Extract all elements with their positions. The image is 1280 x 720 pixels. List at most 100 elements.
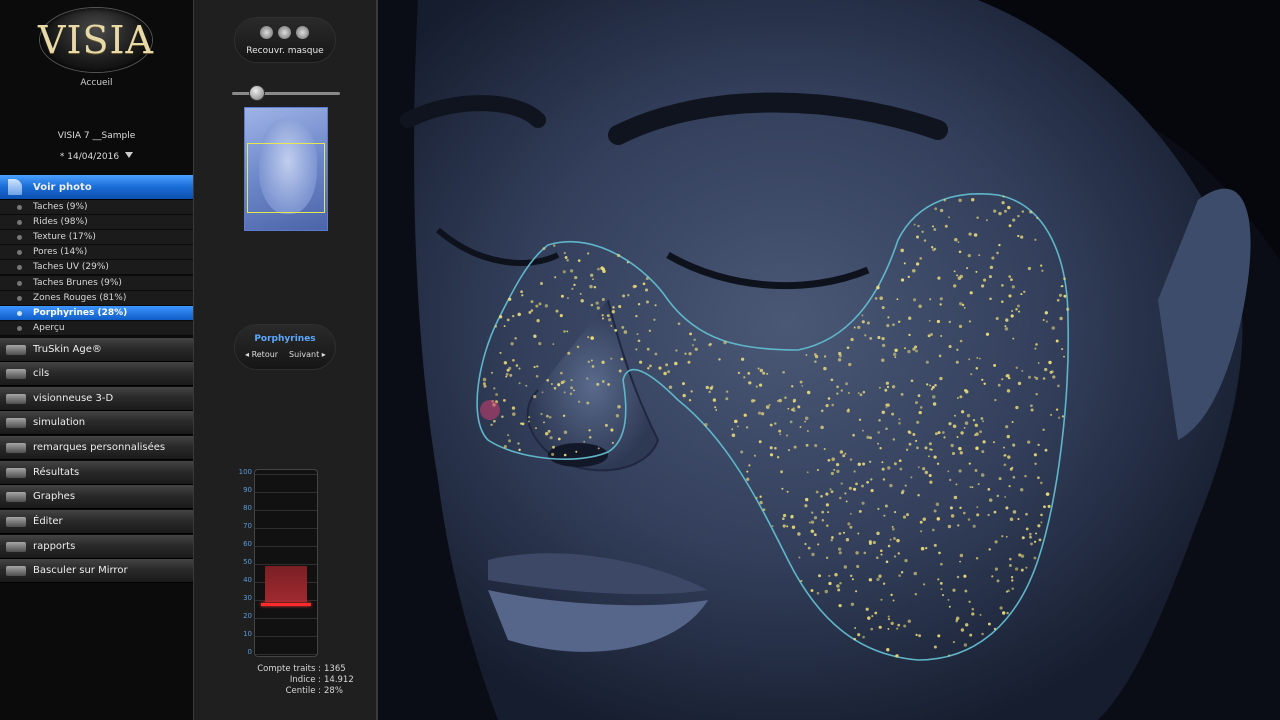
- visia-logo-button[interactable]: VISIA: [38, 8, 153, 72]
- porphyrin-dot: [916, 446, 919, 450]
- porphyrin-dot: [886, 648, 890, 652]
- porphyrin-dot: [1048, 360, 1052, 365]
- face-image-viewer[interactable]: [378, 0, 1280, 720]
- porphyrin-dot: [839, 450, 844, 454]
- porphyrin-dot: [878, 419, 881, 422]
- porphyrin-dot: [562, 270, 566, 274]
- porphyrin-dot: [503, 361, 508, 365]
- nav-basculer-mirror[interactable]: Basculer sur Mirror: [0, 559, 193, 583]
- porphyrin-dot: [610, 428, 614, 432]
- porphyrin-dot: [1028, 532, 1032, 536]
- nav-visionneuse-3d[interactable]: visionneuse 3-D: [0, 387, 193, 411]
- back-button[interactable]: ◂ Retour: [245, 350, 278, 359]
- porphyrin-dot: [933, 543, 937, 547]
- porphyrin-dot: [866, 480, 869, 484]
- zoom-slider-thumb[interactable]: [250, 86, 264, 100]
- porphyrin-dot: [904, 559, 908, 563]
- sub-item-pores[interactable]: Pores (14%): [0, 245, 193, 260]
- porphyrin-dot: [980, 473, 985, 477]
- nav-rapports[interactable]: rapports: [0, 535, 193, 559]
- visia-logo[interactable]: VISIA: [38, 8, 153, 72]
- viewport-frame[interactable]: [247, 143, 325, 213]
- nav-cils[interactable]: cils: [0, 362, 193, 386]
- mirror-icon: [4, 563, 28, 579]
- mask-none-icon[interactable]: [278, 26, 291, 39]
- porphyrin-dot: [932, 248, 936, 252]
- porphyrin-dot: [847, 522, 851, 526]
- sub-item-apercu[interactable]: Aperçu: [0, 321, 193, 336]
- viewer-3d-icon: [4, 391, 28, 407]
- porphyrin-dot: [1001, 201, 1005, 205]
- porphyrin-dot: [940, 588, 943, 591]
- sub-item-taches-brunes[interactable]: Taches Brunes (9%): [0, 276, 193, 291]
- sub-item-taches[interactable]: Taches (9%): [0, 200, 193, 215]
- porphyrin-dot: [998, 211, 1002, 216]
- porphyrin-dot: [501, 415, 504, 418]
- porphyrin-dot: [778, 429, 782, 433]
- porphyrin-dot: [929, 384, 932, 387]
- porphyrin-dot: [874, 297, 878, 300]
- porphyrin-dot: [654, 352, 658, 356]
- porphyrin-dot: [982, 440, 986, 444]
- session-date-selector[interactable]: * 14/04/2016: [0, 152, 193, 162]
- zoom-slider-track[interactable]: [232, 92, 340, 95]
- porphyrin-dot: [811, 552, 815, 557]
- porphyrin-dot: [845, 382, 849, 386]
- porphyrin-dot: [648, 364, 652, 368]
- porphyrin-dot: [919, 257, 923, 260]
- porphyrin-dot: [711, 385, 714, 388]
- sub-item-porphyrines[interactable]: Porphyrines (28%): [0, 306, 193, 321]
- porphyrin-dot: [544, 304, 549, 308]
- porphyrin-dot: [1042, 377, 1046, 380]
- sub-item-rides[interactable]: Rides (98%): [0, 215, 193, 230]
- porphyrin-dot: [521, 294, 524, 297]
- porphyrin-dot: [982, 420, 985, 423]
- porphyrin-dot: [894, 511, 897, 514]
- porphyrin-dot: [587, 336, 590, 339]
- porphyrin-dot: [575, 450, 578, 453]
- porphyrin-dot: [837, 547, 842, 551]
- home-label[interactable]: Accueil: [0, 78, 193, 88]
- porphyrin-dot: [948, 605, 951, 608]
- porphyrin-dot: [823, 366, 827, 371]
- porphyrin-dot: [831, 536, 834, 539]
- nav-voir-photo[interactable]: Voir photo: [0, 175, 193, 200]
- porphyrin-dot: [1008, 275, 1012, 278]
- porphyrin-dot: [963, 511, 966, 515]
- sub-item-taches-uv[interactable]: Taches UV (29%): [0, 260, 193, 275]
- porphyrin-dot: [988, 548, 991, 551]
- nav-truskin-age[interactable]: TruSkin Age®: [0, 338, 193, 362]
- face-thumbnail[interactable]: [244, 107, 328, 231]
- sub-item-zones-rouges[interactable]: Zones Rouges (81%): [0, 291, 193, 306]
- porphyrin-dot: [838, 603, 842, 608]
- nav-remarques[interactable]: remarques personnalisées: [0, 436, 193, 460]
- next-button[interactable]: Suivant ▸: [289, 350, 326, 359]
- porphyrin-dot: [954, 237, 958, 242]
- nav-editer[interactable]: Éditer: [0, 510, 193, 534]
- porphyrin-dot: [808, 521, 811, 524]
- red-spot: [480, 400, 500, 420]
- nav-resultats[interactable]: Résultats: [0, 461, 193, 485]
- porphyrin-dot: [592, 278, 594, 281]
- sub-item-texture[interactable]: Texture (17%): [0, 230, 193, 245]
- nav-graphes[interactable]: Graphes: [0, 485, 193, 509]
- porphyrin-dot: [562, 414, 566, 418]
- stat-percentile-label: Centile :: [285, 686, 321, 696]
- porphyrin-dot: [933, 228, 937, 231]
- porphyrin-dot: [1017, 517, 1020, 521]
- chevron-right-icon: ▸: [319, 350, 326, 359]
- porphyrin-dot: [535, 374, 539, 378]
- porphyrin-dot: [880, 598, 883, 601]
- porphyrin-dot: [1007, 205, 1011, 210]
- porphyrin-dot: [897, 320, 901, 324]
- porphyrin-dot: [981, 378, 984, 381]
- mask-full-icon[interactable]: [296, 26, 309, 39]
- porphyrin-dot: [1061, 348, 1064, 351]
- porphyrin-dot: [849, 574, 853, 578]
- mask-half-icon[interactable]: [260, 26, 273, 39]
- nav-simulation[interactable]: simulation: [0, 411, 193, 435]
- porphyrin-dot: [520, 290, 523, 294]
- porphyrin-dot: [553, 386, 557, 390]
- porphyrin-dot: [1033, 453, 1037, 457]
- porphyrin-dot: [1015, 308, 1018, 311]
